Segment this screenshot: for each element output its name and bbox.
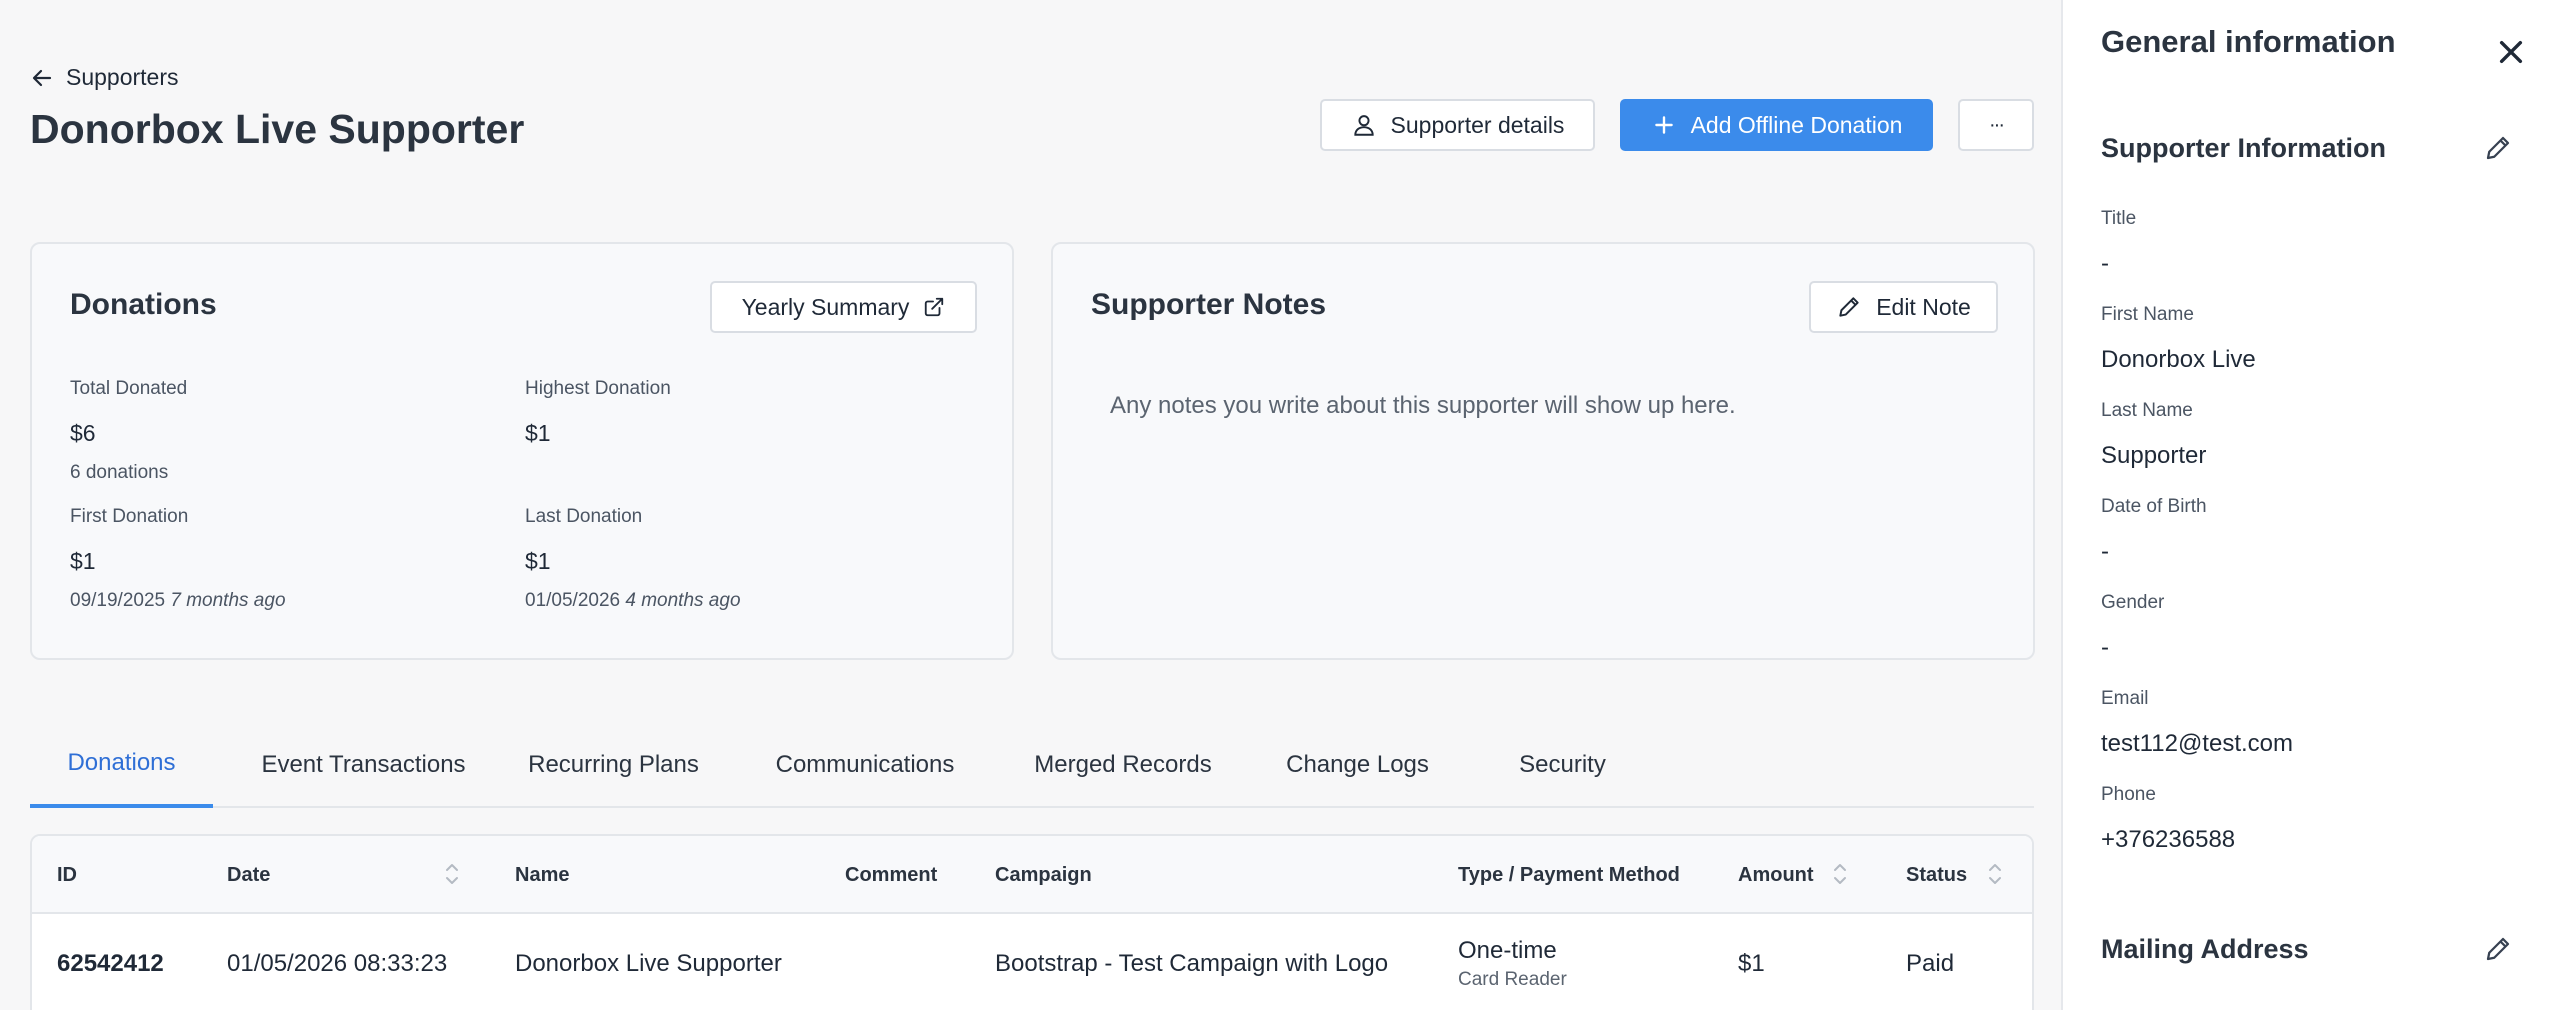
tab-event-transactions[interactable]: Event Transactions bbox=[245, 722, 482, 808]
mailing-address-title: Mailing Address bbox=[2101, 934, 2309, 964]
field-gender-value: - bbox=[2101, 634, 2109, 661]
page-title: Donorbox Live Supporter bbox=[30, 106, 525, 152]
column-header-amount[interactable]: Amount bbox=[1738, 836, 1814, 914]
payment-method: Card Reader bbox=[1458, 969, 1567, 990]
general-information-panel: General information Supporter Informatio… bbox=[2061, 0, 2560, 1010]
plus-icon bbox=[1654, 116, 1673, 134]
supporter-tabs: Donations Event Transactions Recurring P… bbox=[30, 722, 2034, 808]
supporter-information-title: Supporter Information bbox=[2101, 133, 2386, 163]
user-icon bbox=[1353, 115, 1374, 136]
total-donations-count: 6 donations bbox=[70, 462, 169, 483]
panel-title: General information bbox=[2101, 24, 2396, 59]
first-donation-date: 09/19/2025 7 months ago bbox=[70, 590, 286, 612]
last-donation-label: Last Donation bbox=[525, 506, 643, 527]
field-dob-value: - bbox=[2101, 538, 2109, 565]
donation-type: One-time bbox=[1458, 937, 1557, 964]
tab-donations[interactable]: Donations bbox=[30, 722, 213, 808]
supporter-details-button[interactable]: Supporter details bbox=[1320, 99, 1595, 151]
last-donation-date: 01/05/2026 4 months ago bbox=[525, 590, 741, 612]
supporter-notes-card: Supporter Notes Edit Note Any notes you … bbox=[1051, 242, 2035, 660]
donations-card: Donations Yearly Summary Total Donated $… bbox=[30, 242, 1014, 660]
yearly-summary-button[interactable]: Yearly Summary bbox=[710, 281, 977, 333]
edit-note-label: Edit Note bbox=[1876, 293, 1971, 320]
total-donated-label: Total Donated bbox=[70, 378, 188, 399]
table-header: ID Date Name Comment Campaign Type / Pay… bbox=[32, 836, 2032, 914]
highest-donation-value: $1 bbox=[525, 420, 551, 446]
first-donation-label: First Donation bbox=[70, 506, 189, 527]
edit-mailing-address-icon[interactable] bbox=[2483, 934, 2513, 964]
last-donation-relative: 4 months ago bbox=[625, 590, 741, 611]
edit-note-button[interactable]: Edit Note bbox=[1809, 281, 1998, 333]
back-link-label: Supporters bbox=[66, 64, 179, 90]
tab-change-logs[interactable]: Change Logs bbox=[1275, 722, 1440, 808]
cell-status: Paid bbox=[1906, 950, 1955, 977]
column-header-type: Type / Payment Method bbox=[1458, 863, 1680, 886]
field-first-name-label: First Name bbox=[2101, 304, 2194, 325]
add-offline-donation-button[interactable]: Add Offline Donation bbox=[1620, 99, 1933, 151]
more-options-button[interactable]: ··· bbox=[1958, 99, 2034, 151]
table-row[interactable]: 62542412 01/05/2026 08:33:23 Donorbox Li… bbox=[32, 914, 2032, 1010]
edit-supporter-info-icon[interactable] bbox=[2483, 133, 2513, 163]
field-gender-label: Gender bbox=[2101, 592, 2165, 613]
last-donation-value: $1 bbox=[525, 548, 551, 574]
close-icon[interactable] bbox=[2495, 36, 2527, 68]
field-dob-label: Date of Birth bbox=[2101, 496, 2207, 517]
field-phone-label: Phone bbox=[2101, 784, 2156, 805]
cell-type: One-time Card Reader bbox=[1458, 914, 1567, 1010]
cell-date: 01/05/2026 08:33:23 bbox=[227, 950, 448, 977]
field-email-label: Email bbox=[2101, 688, 2149, 709]
total-donated-value: $6 bbox=[70, 420, 96, 446]
sort-amount-icon[interactable] bbox=[1832, 859, 1848, 889]
cell-name: Donorbox Live Supporter bbox=[515, 950, 782, 977]
more-options-icon: ··· bbox=[1989, 113, 2005, 136]
field-email-value: test112@test.com bbox=[2101, 730, 2293, 757]
supporter-notes-title: Supporter Notes bbox=[1091, 288, 1327, 321]
main-content: Supporters Donorbox Live Supporter Suppo… bbox=[0, 0, 2060, 1010]
column-header-name: Name bbox=[515, 863, 570, 886]
field-first-name-value: Donorbox Live bbox=[2101, 346, 2256, 373]
cell-id[interactable]: 62542412 bbox=[57, 914, 164, 1010]
cell-amount: $1 bbox=[1738, 950, 1765, 977]
last-donation-date-text: 01/05/2026 bbox=[525, 590, 621, 611]
cell-campaign: Bootstrap - Test Campaign with Logo bbox=[995, 950, 1389, 977]
sort-status-icon[interactable] bbox=[1987, 859, 2003, 889]
pencil-icon bbox=[1839, 297, 1859, 317]
column-header-status[interactable]: Status bbox=[1906, 836, 1967, 914]
external-link-icon bbox=[925, 297, 944, 317]
yearly-summary-label: Yearly Summary bbox=[741, 293, 910, 320]
donations-card-title: Donations bbox=[70, 288, 217, 321]
first-donation-relative: 7 months ago bbox=[170, 590, 286, 611]
highest-donation-label: Highest Donation bbox=[525, 378, 671, 399]
tab-merged-records[interactable]: Merged Records bbox=[1023, 722, 1223, 808]
column-header-comment: Comment bbox=[845, 863, 938, 886]
column-header-campaign: Campaign bbox=[995, 863, 1092, 886]
notes-placeholder: Any notes you write about this supporter… bbox=[1110, 392, 1736, 419]
tab-recurring-plans[interactable]: Recurring Plans bbox=[520, 722, 707, 808]
back-to-supporters-link[interactable]: Supporters bbox=[30, 64, 179, 91]
field-title-label: Title bbox=[2101, 208, 2137, 229]
sort-date-icon[interactable] bbox=[444, 859, 460, 889]
field-title-value: - bbox=[2101, 250, 2109, 277]
field-phone-value: +376236588 bbox=[2101, 826, 2236, 853]
column-header-date[interactable]: Date bbox=[227, 836, 270, 914]
donations-table: ID Date Name Comment Campaign Type / Pay… bbox=[30, 834, 2034, 1010]
column-header-id: ID bbox=[57, 863, 77, 886]
arrow-left-icon bbox=[32, 69, 52, 86]
field-last-name-value: Supporter bbox=[2101, 442, 2207, 469]
tab-security[interactable]: Security bbox=[1490, 722, 1635, 808]
field-last-name-label: Last Name bbox=[2101, 400, 2193, 421]
tab-communications[interactable]: Communications bbox=[765, 722, 965, 808]
supporter-details-label: Supporter details bbox=[1390, 111, 1565, 138]
add-offline-donation-label: Add Offline Donation bbox=[1690, 111, 1903, 138]
first-donation-date-text: 09/19/2025 bbox=[70, 590, 166, 611]
first-donation-value: $1 bbox=[70, 548, 96, 574]
